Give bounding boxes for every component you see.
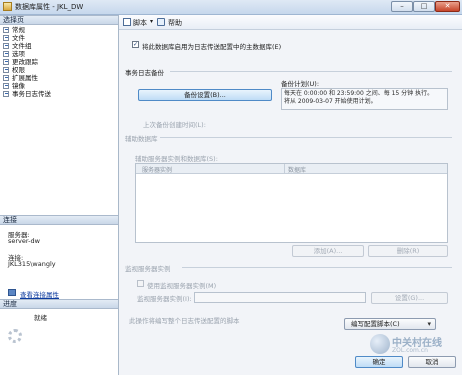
script-icon[interactable] xyxy=(123,18,131,26)
script-button[interactable]: 脚本 xyxy=(133,18,147,28)
remove-button[interactable]: 删除(R) xyxy=(368,245,448,257)
secondary-instances-grid[interactable]: 服务器实例 数据库 xyxy=(135,163,448,243)
use-monitor-label: 使用监视服务器实例(M) xyxy=(147,282,217,290)
last-backup-label: 上次备份创建时间(L): xyxy=(143,121,206,129)
nav-item-log-shipping[interactable]: 事务日志传送 xyxy=(3,90,51,98)
backup-schedule-line1: 每天在 0:00:00 和 23:59:00 之间、每 15 分钟 执行。 xyxy=(284,90,434,97)
monitor-settings-button[interactable]: 设置(G)... xyxy=(371,292,448,304)
backup-schedule-box: 每天在 0:00:00 和 23:59:00 之间、每 15 分钟 执行。 将从… xyxy=(281,88,448,110)
secondary-section-title: 辅助数据库 xyxy=(125,135,158,143)
backup-schedule-label: 备份计划(U): xyxy=(281,80,320,88)
nav-item-files[interactable]: 文件 xyxy=(3,34,25,42)
cancel-button[interactable]: 取消 xyxy=(408,356,456,368)
monitor-instance-field[interactable] xyxy=(194,292,366,303)
grid-col-database[interactable]: 数据库 xyxy=(288,165,306,174)
add-button[interactable]: 添加(A)... xyxy=(292,245,364,257)
page-icon xyxy=(3,75,9,81)
progress-header: 进度 xyxy=(0,299,118,309)
nav-item-general[interactable]: 常规 xyxy=(3,26,25,34)
database-icon xyxy=(3,2,12,11)
progress-status: 就绪 xyxy=(34,314,47,322)
backup-schedule-line2: 将从 2009-03-07 开始使用计划。 xyxy=(284,98,377,105)
secondary-instances-label: 辅助服务器实例和数据库(S): xyxy=(135,155,218,163)
progress-spinner-icon xyxy=(8,329,22,343)
help-button[interactable]: 帮助 xyxy=(168,18,182,28)
use-monitor-checkbox[interactable] xyxy=(137,280,144,287)
tlog-backup-section-title: 事务日志备份 xyxy=(125,69,164,77)
grid-header: 服务器实例 数据库 xyxy=(136,164,447,174)
script-config-label: 此操作将编写整个日志传送配置的脚本 xyxy=(129,317,240,325)
nav-item-options[interactable]: 选项 xyxy=(3,50,25,58)
grid-col-server-instance[interactable]: 服务器实例 xyxy=(142,165,172,174)
page-icon xyxy=(3,43,9,49)
section-divider xyxy=(160,137,452,138)
page-icon xyxy=(3,67,9,73)
page-icon xyxy=(3,91,9,97)
left-pane: 选择页 常规 文件 文件组 选项 更改跟踪 权限 扩展属性 镜像 事务日志传送 … xyxy=(0,15,119,375)
nav-item-extended-properties[interactable]: 扩展属性 xyxy=(3,74,38,82)
page-icon xyxy=(3,83,9,89)
help-icon[interactable] xyxy=(157,18,165,26)
server-value: server-dw xyxy=(8,237,40,245)
enable-primary-label: 将此数据库启用为日志传送配置中的主数据库(E) xyxy=(142,43,282,51)
page-icon xyxy=(3,51,9,57)
section-divider xyxy=(182,267,452,268)
ok-button[interactable]: 确定 xyxy=(355,356,403,368)
nav-item-filegroups[interactable]: 文件组 xyxy=(3,42,32,50)
maximize-button[interactable]: □ xyxy=(413,1,435,12)
minimize-button[interactable]: – xyxy=(391,1,413,12)
grid-column-divider xyxy=(284,164,285,173)
view-connection-properties-link[interactable]: 查看连接属性 xyxy=(20,289,59,299)
page-icon xyxy=(3,59,9,65)
connection-value: JKL315\wangly xyxy=(8,260,56,268)
connection-header: 连接 xyxy=(0,215,118,225)
nav-item-permissions[interactable]: 权限 xyxy=(3,66,25,74)
close-button[interactable]: ✕ xyxy=(435,1,460,12)
zol-logo-icon xyxy=(370,334,390,354)
monitor-instance-label: 监视服务器实例(I): xyxy=(137,295,192,303)
page-icon xyxy=(3,35,9,41)
backup-settings-button[interactable]: 备份设置(B)... xyxy=(138,89,272,101)
toolbar: 脚本 ▾ 帮助 xyxy=(119,15,462,30)
window-title: 数据库属性 - JKL_DW xyxy=(15,3,84,11)
watermark-subtext: ZOL.com.cn xyxy=(392,347,428,354)
page-icon xyxy=(3,27,9,33)
title-bar: 数据库属性 - JKL_DW – □ ✕ xyxy=(0,0,462,15)
enable-primary-checkbox[interactable]: ✓ xyxy=(132,41,139,48)
monitor-section-title: 监视服务器实例 xyxy=(125,265,171,273)
nav-item-change-tracking[interactable]: 更改跟踪 xyxy=(3,58,38,66)
script-dropdown-arrow-icon[interactable]: ▾ xyxy=(150,18,153,25)
nav-item-mirroring[interactable]: 镜像 xyxy=(3,82,25,90)
connection-properties-icon xyxy=(8,289,16,296)
section-divider xyxy=(170,71,452,72)
select-page-header: 选择页 xyxy=(0,15,118,25)
script-config-dropdown[interactable]: 编写配置脚本(C) xyxy=(344,318,436,330)
